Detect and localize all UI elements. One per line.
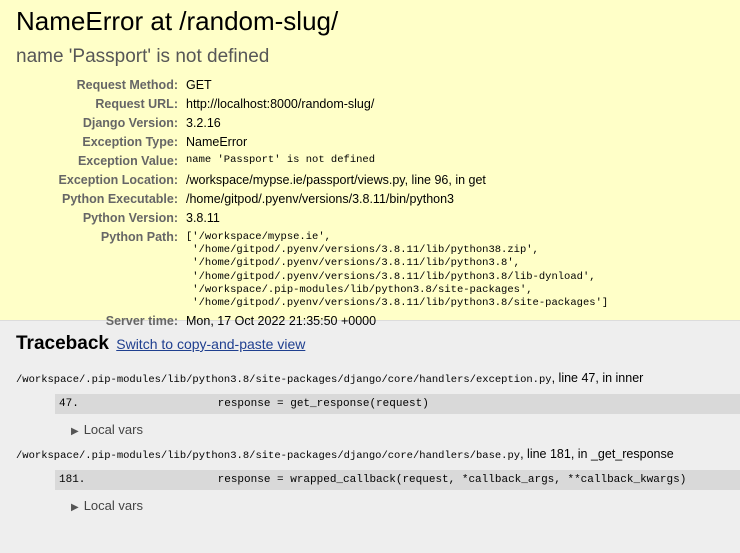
local-vars-label: Local vars [83,498,143,513]
python-path-line: '/home/gitpod/.pyenv/versions/3.8.11/lib… [186,297,609,310]
meta-row: Python Executable: /home/gitpod/.pyenv/v… [16,192,608,211]
meta-row: Request Method: GET [16,78,608,97]
code-line: response = get_response(request) [112,398,429,410]
meta-row: Python Path: ['/workspace/mypse.ie', '/h… [16,230,608,314]
meta-row: Exception Type: NameError [16,135,608,154]
meta-label: Python Path: [100,230,178,244]
frame-file-suffix: , line 47, in inner [551,371,644,385]
line-number: 181. [59,474,86,486]
line-number: 47. [59,398,79,410]
meta-label: Python Executable: [62,192,178,206]
meta-row: Request URL: http://localhost:8000/rando… [16,97,608,116]
meta-label: Exception Type: [82,135,178,149]
meta-value: /workspace/mypse.ie/passport/views.py, l… [186,173,486,187]
meta-label: Request URL: [95,97,178,111]
meta-value: GET [186,78,212,92]
meta-label: Exception Location: [58,173,178,187]
meta-label: Django Version: [82,116,178,130]
meta-value: 3.2.16 [186,116,221,130]
exception-value-heading: name 'Passport' is not defined [16,46,270,67]
meta-label: Exception Value: [77,154,178,168]
switch-view-link[interactable]: Switch to copy-and-paste view [116,336,305,352]
meta-value: /home/gitpod/.pyenv/versions/3.8.11/bin/… [186,192,454,206]
local-vars-toggle[interactable]: ▶ Local vars [71,422,724,437]
frame-file-path: /workspace/.pip-modules/lib/python3.8/si… [16,374,552,386]
frame-file-path: /workspace/.pip-modules/lib/python3.8/si… [16,450,521,462]
meta-label: Request Method: [76,78,178,92]
meta-value: http://localhost:8000/random-slug/ [186,97,375,111]
traceback-frame: /workspace/.pip-modules/lib/python3.8/si… [16,447,740,513]
local-vars-label: Local vars [83,422,143,437]
context-line[interactable]: 47. response = get_response(request) [55,394,740,414]
meta-row: Exception Location: /workspace/mypse.ie/… [16,173,608,192]
local-vars-toggle[interactable]: ▶ Local vars [71,498,724,513]
frame-file: /workspace/.pip-modules/lib/python3.8/si… [16,371,724,386]
error-summary: NameError at /random-slug/ name 'Passpor… [0,0,740,328]
meta-label: Python Version: [82,211,178,225]
python-path-line: '/workspace/.pip-modules/lib/python3.8/s… [186,283,533,296]
meta-value: 3.8.11 [186,211,220,225]
meta-row: Python Version: 3.8.11 [16,211,608,230]
traceback-section: Traceback Switch to copy-and-paste view … [0,321,740,553]
code-line: response = wrapped_callback(request, *ca… [112,474,687,486]
page-title: NameError at /random-slug/ [16,6,339,36]
traceback-title: Traceback [16,333,109,354]
python-path-line: '/home/gitpod/.pyenv/versions/3.8.11/lib… [186,270,596,283]
python-path-line: '/home/gitpod/.pyenv/versions/3.8.11/lib… [186,244,539,257]
traceback-heading: Traceback Switch to copy-and-paste view [16,333,724,355]
frame-file-suffix: , line 181, in _get_response [520,447,674,461]
python-path-line: ['/workspace/mypse.ie', [186,231,331,243]
request-meta-table: Request Method: GET Request URL: http://… [16,78,609,333]
python-path-line: '/home/gitpod/.pyenv/versions/3.8.11/lib… [186,257,520,270]
context-line[interactable]: 181. response = wrapped_callback(request… [55,470,740,490]
expand-triangle-icon: ▶ [71,502,79,513]
meta-row: Exception Value: name 'Passport' is not … [16,154,608,173]
python-path-value: ['/workspace/mypse.ie', '/home/gitpod/.p… [186,230,608,314]
meta-row: Django Version: 3.2.16 [16,116,608,135]
expand-triangle-icon: ▶ [71,426,79,437]
traceback-frame: /workspace/.pip-modules/lib/python3.8/si… [16,371,740,437]
meta-value: NameError [186,135,248,149]
frame-file: /workspace/.pip-modules/lib/python3.8/si… [16,447,724,462]
meta-value: name 'Passport' is not defined [186,154,376,166]
